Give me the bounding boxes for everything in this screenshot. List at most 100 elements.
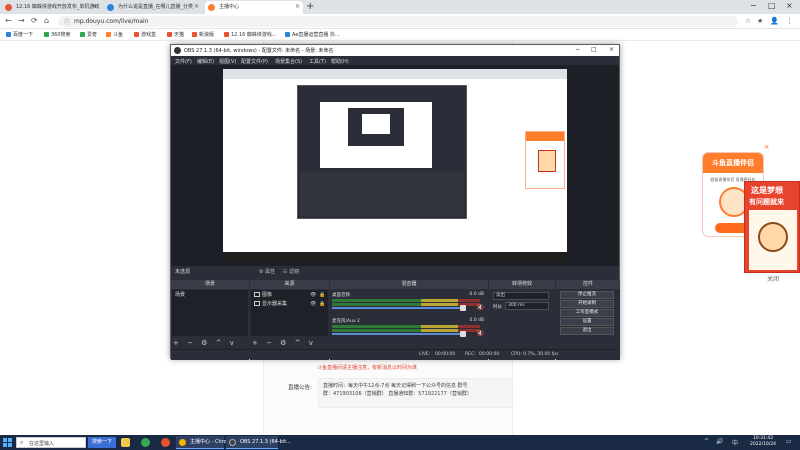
volume-slider-handle[interactable] (460, 331, 466, 337)
close-window-button[interactable]: × (786, 1, 793, 10)
announcement-box[interactable]: 直播时间：每天中午12点-7点 每天记得刷一下公众号的信息 群号 群：47190… (318, 378, 513, 408)
bookmark-item[interactable]: 百度一下 (6, 31, 33, 38)
preview-nested-obs (297, 85, 467, 219)
properties-button[interactable]: ⚙ 属性 (259, 268, 275, 275)
source-item[interactable]: 图像 👁 🔒 (251, 291, 328, 300)
notification-icon[interactable]: ▭ (786, 438, 792, 445)
start-recording-button[interactable]: 开始录制 (560, 300, 614, 308)
taskbar-clock[interactable]: 10:31:42 2022/10/24 (744, 436, 782, 448)
taskbar-app-chrome[interactable]: 主播中心 - Chrome (176, 436, 235, 449)
bookmark-item[interactable]: 斗鱼 (106, 31, 123, 38)
visibility-eye-icon[interactable]: 👁 (310, 300, 316, 309)
sources-dock-tools[interactable]: + − ⚙ ^ v (252, 339, 316, 347)
search-button[interactable]: 搜索一下 (88, 437, 116, 448)
taskbar-app-obs[interactable]: OBS 27.1.3 (64-bit... (226, 436, 291, 449)
filters-button[interactable]: ☷ 滤镜 (283, 268, 299, 275)
menu-tools[interactable]: 工具(T) (309, 58, 326, 65)
site-info-icon[interactable]: ⓘ (64, 17, 70, 26)
obs-close-button[interactable]: × (609, 46, 614, 53)
volume-slider-handle[interactable] (460, 305, 466, 311)
tab-close-icon[interactable]: × (194, 3, 199, 10)
audio-meter (332, 299, 480, 302)
browser-tab-2[interactable]: 为什么说是直播_在哪儿直播_分类 × (104, 1, 202, 14)
lock-icon[interactable]: 🔒 (319, 300, 325, 309)
lock-icon[interactable]: 🔒 (319, 291, 325, 300)
obs-window-title: OBS 27.1.3 (64-bit, windows) - 配置文件: 未命名… (184, 48, 334, 54)
extension-icon[interactable]: ★ (757, 17, 763, 25)
new-tab-button[interactable]: + (306, 1, 314, 12)
taskbar-search-box[interactable]: ⌕ 在这里输入 (16, 437, 86, 448)
obs-titlebar[interactable]: OBS 27.1.3 (64-bit, windows) - 配置文件: 未命名… (171, 45, 619, 56)
transition-duration-input[interactable]: 300 ms (505, 302, 549, 310)
bookmark-item[interactable]: Ae直播运营直播 抖... (285, 31, 340, 38)
scene-item[interactable]: 场景 (172, 291, 248, 300)
bookmark-item[interactable]: 360搜索 (44, 31, 71, 38)
duration-label: 时长 (493, 305, 502, 310)
obs-minimize-button[interactable]: − (575, 46, 580, 53)
tab-close-icon[interactable]: × (295, 3, 300, 10)
menu-file[interactable]: 文件(F) (175, 58, 192, 65)
file-explorer-icon[interactable] (121, 438, 130, 447)
minimize-button[interactable]: − (750, 1, 757, 10)
volume-slider[interactable] (332, 307, 464, 309)
sources-list[interactable]: 图像 👁 🔒 显示器采集 👁 🔒 (251, 290, 328, 336)
bookmark-item[interactable]: 新浪版 (192, 31, 214, 38)
back-button[interactable]: ← (5, 16, 12, 25)
taskbar: ⌕ 在这里输入 搜索一下 主播中心 - Chrome OBS 27.1.3 (6… (0, 435, 800, 450)
studio-mode-button[interactable]: 工作室模式 (560, 309, 614, 317)
browser-tab-3[interactable]: 主播中心 × (205, 1, 303, 14)
menu-edit[interactable]: 编辑(E) (197, 58, 214, 65)
tab-label: 主播中心 (219, 4, 240, 10)
taskbar-app-label: OBS 27.1.3 (64-bit... (240, 439, 291, 445)
obs-maximize-button[interactable]: □ (591, 46, 597, 53)
volume-slider[interactable] (332, 333, 464, 335)
windows-start-icon[interactable] (3, 438, 12, 447)
scenes-list[interactable]: 场景 (172, 290, 248, 336)
tray-overflow-icon[interactable]: ^ (704, 438, 709, 445)
promo-close-icon[interactable]: × (762, 143, 771, 152)
bookmark-item[interactable]: 游戏盒 (134, 31, 156, 38)
browser-tab-1[interactable]: 12.16 蜘蛛侠游戏开放发布_单机游戏 × (2, 1, 100, 14)
tab-close-icon[interactable]: × (92, 3, 97, 10)
promo-banner-red[interactable]: 这是梦想 有问题就来 (744, 181, 800, 273)
mixer-dock: 混音器 桌面音频 0.0 dB 🔇 麦克风/Aux 2 0.0 dB 🔇 (330, 280, 488, 360)
bookmark-item[interactable]: 天猫 (167, 31, 184, 38)
promo2-close-button[interactable]: 关闭 (766, 274, 780, 283)
url-text[interactable]: mp.douyu.com/live/main (74, 18, 149, 25)
app-icon[interactable] (161, 438, 170, 447)
stop-streaming-button[interactable]: 停止推流 (560, 291, 614, 299)
menu-view[interactable]: 视图(V) (219, 58, 236, 65)
mute-icon[interactable]: 🔇 (477, 304, 484, 311)
menu-icon[interactable]: ⋮ (786, 17, 793, 25)
announcement-line: 群：471903106（营销群） 直播通知群：571922177（营销群） (323, 391, 472, 397)
menu-help[interactable]: 帮助(H) (331, 58, 349, 65)
volume-icon[interactable]: 🔊 (716, 438, 723, 445)
monitor-source-icon (254, 301, 260, 306)
audio-meter (332, 329, 480, 332)
menu-scene-collection[interactable]: 场景集合(S) (275, 58, 302, 65)
mascot-icon (758, 222, 788, 252)
chrome-icon[interactable] (141, 438, 150, 447)
transition-type-select[interactable]: 淡出 (493, 292, 549, 300)
mixer-channel-desktop: 桌面音频 0.0 dB 🔇 (332, 292, 484, 314)
mute-icon[interactable]: 🔇 (477, 330, 484, 337)
obs-preview-canvas[interactable] (223, 69, 567, 262)
scenes-dock-tools[interactable]: + − ⚙ ^ v (173, 339, 237, 347)
menu-profile[interactable]: 配置文件(P) (241, 58, 268, 65)
address-bar[interactable]: ⓘ mp.douyu.com/live/main (58, 16, 738, 27)
image-source-icon (254, 292, 260, 297)
profile-icon[interactable]: 👤 (770, 17, 779, 25)
visibility-eye-icon[interactable]: 👁 (310, 291, 316, 300)
forward-button[interactable]: → (18, 16, 25, 25)
home-button[interactable]: ⌂ (44, 16, 49, 25)
bookmark-star-icon[interactable]: ☆ (745, 17, 751, 25)
exit-button[interactable]: 退出 (560, 327, 614, 335)
maximize-button[interactable]: □ (768, 1, 776, 10)
bookmark-item[interactable]: 12.16 蜘蛛侠游戏... (224, 31, 277, 38)
settings-button[interactable]: 设置 (560, 318, 614, 326)
source-item[interactable]: 显示器采集 👁 🔒 (251, 300, 328, 309)
reload-button[interactable]: ⟳ (31, 16, 38, 25)
channel-db: 0.0 dB (469, 318, 484, 323)
bookmark-item[interactable]: 爱奇 (80, 31, 97, 38)
input-method-icon[interactable]: 中 (732, 438, 738, 447)
